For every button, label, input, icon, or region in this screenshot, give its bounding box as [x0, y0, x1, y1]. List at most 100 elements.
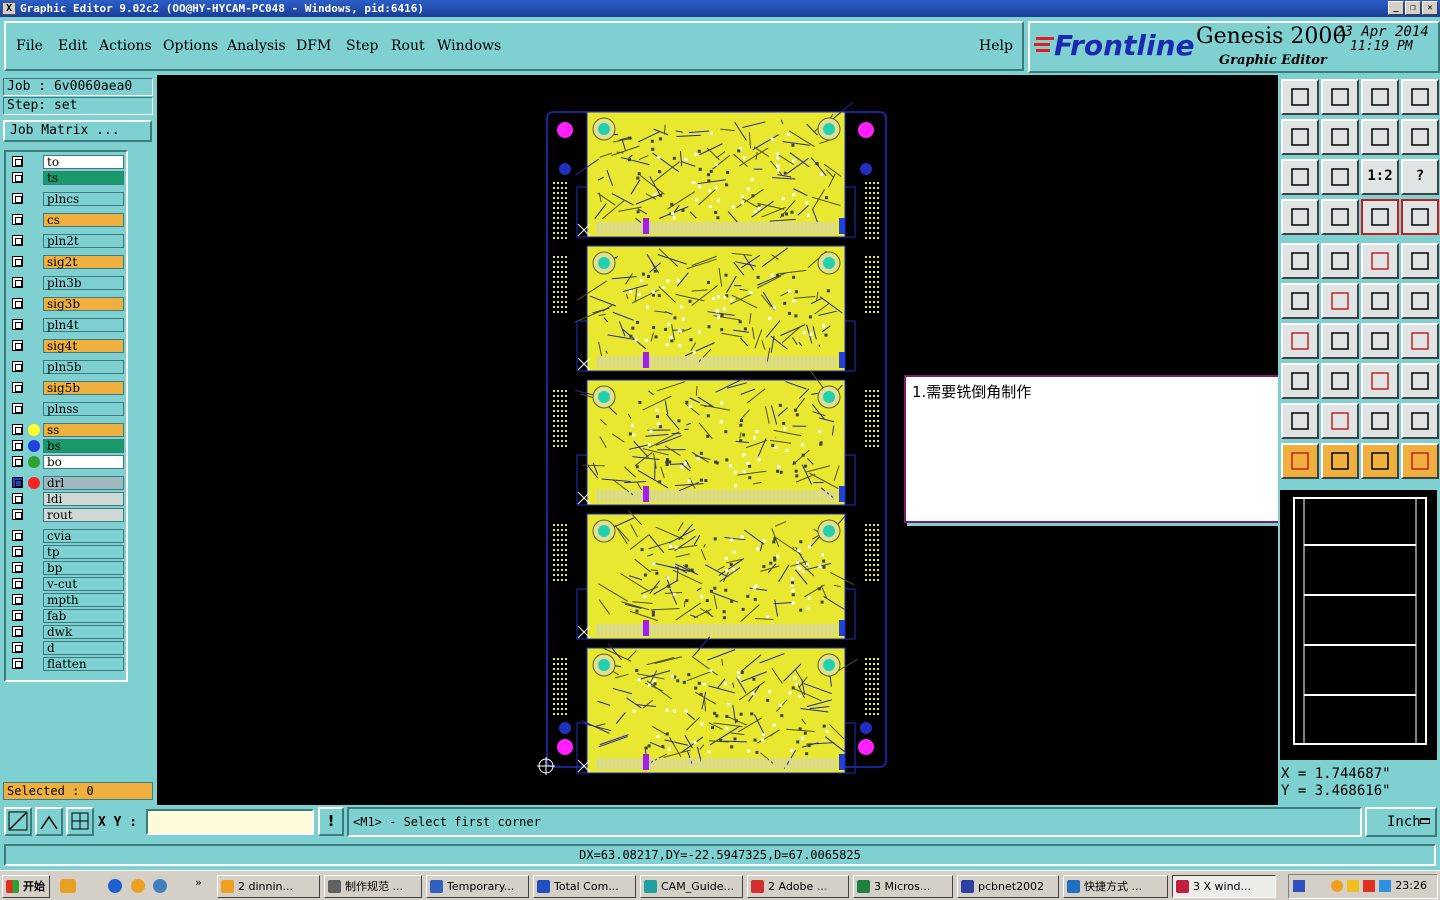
layer-row[interactable]: dwk [9, 625, 125, 639]
tray-icon[interactable] [1347, 880, 1359, 892]
layer-checkbox[interactable] [12, 172, 23, 183]
menu-step[interactable]: Step [346, 38, 378, 54]
layer-name[interactable]: bs [43, 439, 124, 453]
layer-checkbox[interactable] [12, 340, 23, 351]
overview-map[interactable] [1280, 490, 1437, 760]
layer-row[interactable]: sig2t [9, 255, 125, 269]
slash-icon[interactable] [1321, 323, 1359, 359]
layer-row[interactable]: cvia [9, 529, 125, 543]
menu-help[interactable]: Help [979, 38, 1013, 54]
menu-edit[interactable]: Edit [58, 38, 87, 54]
pan-icon[interactable] [1321, 159, 1359, 195]
misc-icon[interactable] [1401, 443, 1439, 479]
layer-name[interactable]: cs [43, 213, 124, 227]
unit-selector[interactable]: Inch [1365, 807, 1437, 837]
layer-checkbox[interactable] [12, 658, 23, 669]
tray-icon[interactable] [1293, 880, 1305, 892]
layer-checkbox[interactable] [12, 256, 23, 267]
shape-icon[interactable] [1321, 243, 1359, 279]
home-icon[interactable] [1361, 79, 1399, 115]
menu-analysis[interactable]: Analysis [227, 38, 286, 54]
taskbar-task[interactable]: 制作规范 ... [324, 875, 422, 898]
menu-file[interactable]: File [16, 38, 43, 54]
fill-icon[interactable] [1281, 243, 1319, 279]
flag-icon[interactable] [1281, 363, 1319, 399]
ruler-icon[interactable] [1361, 243, 1399, 279]
layer-name[interactable]: ss [43, 423, 124, 437]
layer-row[interactable]: pln4t [9, 318, 125, 332]
layer-name[interactable]: flatten [43, 657, 124, 671]
taskbar-task[interactable]: Temporary... [426, 875, 529, 898]
layer-checkbox[interactable] [12, 319, 23, 330]
taskbar-task[interactable]: 2 dinnin... [217, 875, 320, 898]
help-icon[interactable]: ? [1401, 159, 1439, 195]
layer-name[interactable]: pln3b [43, 276, 124, 290]
taskbar-task[interactable]: 3 Micros... [853, 875, 953, 898]
menu-rout[interactable]: Rout [391, 38, 425, 54]
layer-name[interactable]: fab [43, 609, 124, 623]
layer-name[interactable]: drl [43, 476, 124, 490]
layer-checkbox[interactable] [12, 626, 23, 637]
tray-icon[interactable] [1379, 880, 1391, 892]
layer-row[interactable]: drl [9, 476, 125, 490]
layer-row[interactable]: ss [9, 423, 125, 437]
measure-button[interactable] [35, 807, 63, 836]
minus-icon[interactable] [1321, 363, 1359, 399]
taskbar-task[interactable]: pcbnet2002 [957, 875, 1059, 898]
layer-name[interactable]: pln4t [43, 318, 124, 332]
layer-checkbox[interactable] [12, 440, 23, 451]
group-icon[interactable] [1401, 363, 1439, 399]
layer-checkbox[interactable] [12, 493, 23, 504]
layer-checkbox[interactable] [12, 193, 23, 204]
zoom-fit-icon[interactable] [1281, 159, 1319, 195]
layer-icon[interactable] [1361, 199, 1399, 235]
layer-row[interactable]: pln5b [9, 360, 125, 374]
layer-name[interactable]: sig2t [43, 255, 124, 269]
net-icon[interactable] [1361, 443, 1399, 479]
undo-icon[interactable] [1281, 119, 1319, 155]
layer-name[interactable]: plncs [43, 192, 124, 206]
tray-icon[interactable] [1331, 880, 1343, 892]
line-add-icon[interactable] [1361, 283, 1399, 319]
layer-checkbox[interactable] [12, 298, 23, 309]
layer-checkbox[interactable] [12, 382, 23, 393]
layer-name[interactable]: sig3b [43, 297, 124, 311]
note-popup[interactable]: 1.需要铣倒角制作 [904, 375, 1318, 523]
start-button[interactable]: 开始 [2, 875, 50, 898]
window-icon[interactable] [1401, 79, 1439, 115]
taskbar-task[interactable]: 3 X wind... [1172, 875, 1276, 898]
route-icon[interactable] [1401, 323, 1439, 359]
layer-row[interactable]: fab [9, 609, 125, 623]
layer-checkbox[interactable] [12, 235, 23, 246]
layer-row[interactable]: pln3b [9, 276, 125, 290]
layer-name[interactable]: bo [43, 455, 124, 469]
layer-name[interactable]: ldi [43, 492, 124, 506]
layer-row[interactable]: plncs [9, 192, 125, 206]
layer-checkbox[interactable] [12, 361, 23, 372]
taskbar-task[interactable]: 2 Adobe ... [747, 875, 849, 898]
layer-checkbox[interactable] [12, 156, 23, 167]
layer-checkbox[interactable] [12, 277, 23, 288]
layer-name[interactable]: ts [43, 171, 124, 185]
measure-icon[interactable] [1361, 363, 1399, 399]
layer-row[interactable]: sig5b [9, 381, 125, 395]
layer-red-icon[interactable] [1401, 199, 1439, 235]
layer-checkbox[interactable] [12, 530, 23, 541]
node-icon[interactable] [1281, 283, 1319, 319]
menu-windows[interactable]: Windows [437, 38, 501, 54]
layer-checkbox[interactable] [12, 214, 23, 225]
cross-icon[interactable] [1321, 283, 1359, 319]
angle-icon[interactable] [1281, 323, 1319, 359]
xy-input[interactable] [146, 809, 314, 835]
snap-icon[interactable] [1361, 119, 1399, 155]
layer-row[interactable]: rout [9, 508, 125, 522]
layer-checkbox[interactable] [12, 477, 23, 488]
close-button[interactable]: ✕ [1422, 1, 1438, 15]
taskbar-task[interactable]: CAM_Guide... [640, 875, 743, 898]
layer-row[interactable]: cs [9, 213, 125, 227]
layer-name[interactable]: dwk [43, 625, 124, 639]
layer-name[interactable]: cvia [43, 529, 124, 543]
layer-row[interactable]: flatten [9, 657, 125, 671]
arc-icon[interactable] [1361, 323, 1399, 359]
tool-icon[interactable] [1281, 199, 1319, 235]
